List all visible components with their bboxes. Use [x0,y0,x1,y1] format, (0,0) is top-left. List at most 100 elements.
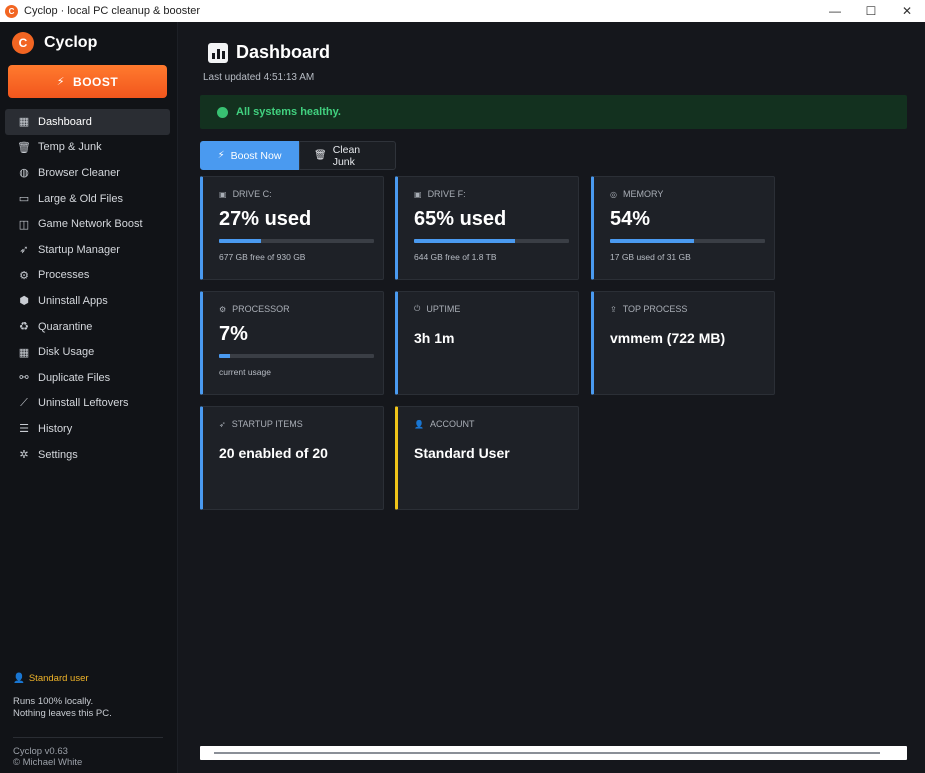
user-icon: 👤 [13,673,25,684]
progress-fill [219,239,261,243]
gamepad-icon: ◫ [18,218,30,231]
trash-icon: 🗑 [314,150,327,161]
recycle-icon: ♻ [19,321,29,334]
page-title: Dashboard [236,42,331,62]
memory-card: ◎ MEMORY 54% 17 GB used of 31 GB [591,176,775,280]
sidebar-item-label: Uninstall Apps [38,294,108,307]
sidebar-nav: ▦ Dashboard 🗑 Temp & Junk ◍ Browser Cleaner… [5,109,170,467]
globe-icon: ◍ [19,167,29,180]
health-banner: All systems healthy. [200,95,907,129]
privacy-note: Runs 100% locally. Nothing leaves this P… [13,696,163,720]
drive-f-detail: 644 GB free of 1.8 TB [414,252,497,262]
drive-icon: ▣ [414,189,422,199]
brand: C Cyclop [12,32,97,54]
card-label: ⏻ UPTIME [414,304,460,314]
sidebar-item-large-old-files[interactable]: ▭ Large & Old Files [5,186,170,212]
processor-detail: current usage [219,367,271,377]
sidebar-item-browser-cleaner[interactable]: ◍ Browser Cleaner [5,160,170,186]
cpu-icon: ⚙ [219,304,227,314]
page-header: Dashboard [208,42,330,63]
clean-junk-label: Clean Junk [332,143,361,168]
broom-icon: ⟋ [20,396,28,409]
folder-icon: ▭ [18,193,30,206]
sidebar-item-label: Duplicate Files [38,371,111,384]
sidebar-item-startup-manager[interactable]: ➶ Startup Manager [5,237,170,263]
boost-button[interactable]: ⚡ BOOST [8,65,167,98]
sidebar-item-label: Startup Manager [38,243,120,256]
sidebar-item-duplicate-files[interactable]: ⚯ Duplicate Files [5,365,170,391]
sidebar-item-temp-junk[interactable]: 🗑 Temp & Junk [5,135,170,161]
tools-icon: ✲ [19,449,29,462]
top-process-card: ⇪ TOP PROCESS vmmem (722 MB) [591,291,775,395]
card-label-text: DRIVE F: [427,189,466,199]
processor-progress [219,354,374,358]
memory-icon: ◎ [610,189,617,199]
sidebar: C Cyclop ⚡ BOOST ▦ Dashboard 🗑 Temp & Junk… [0,22,178,773]
drive-icon: ▣ [219,189,227,199]
memory-progress [610,239,765,243]
horizontal-scrollbar[interactable] [200,746,907,760]
sidebar-footer: 👤 Standard user Runs 100% locally. Nothi… [13,673,163,768]
account-value: Standard User [414,445,510,461]
sidebar-item-processes[interactable]: ⚙ Processes [5,263,170,289]
sidebar-item-uninstall-leftovers[interactable]: ⟋ Uninstall Leftovers [5,391,170,417]
privacy-note-line: Runs 100% locally. [13,696,94,707]
logo-icon: C [12,32,34,54]
sidebar-item-label: Browser Cleaner [38,166,120,179]
account-card: 👤 ACCOUNT Standard User [395,406,579,510]
sidebar-item-label: Large & Old Files [38,192,123,205]
sidebar-item-label: Game Network Boost [38,218,143,231]
sidebar-item-settings[interactable]: ✲ Settings [5,442,170,468]
sidebar-item-label: Temp & Junk [38,141,102,154]
card-label: ⇪ TOP PROCESS [610,304,687,314]
user-icon: 👤 [414,419,424,429]
maximize-button[interactable]: ☐ [853,0,889,22]
sidebar-item-label: Settings [38,448,78,461]
card-label-text: STARTUP ITEMS [231,419,303,429]
sidebar-item-quarantine[interactable]: ♻ Quarantine [5,314,170,340]
lightning-icon: ⚡ [217,150,225,161]
drive-f-card: ▣ DRIVE F: 65% used 644 GB free of 1.8 TB [395,176,579,280]
author-label: © Michael White [13,757,83,768]
drive-c-progress [219,239,374,243]
rocket-icon: ➶ [219,419,226,429]
status-dot-icon [217,106,228,118]
sidebar-item-history[interactable]: ☰ History [5,416,170,442]
user-label: Standard user [28,673,89,684]
card-label: ➶ STARTUP ITEMS [219,419,303,429]
boost-now-button[interactable]: ⚡ Boost Now [200,141,299,170]
card-label-text: PROCESSOR [232,304,290,314]
rocket-icon: ➶ [19,244,29,257]
clean-junk-button[interactable]: 🗑 Clean Junk [299,141,396,170]
memory-value: 54% [610,208,651,230]
card-label-text: ACCOUNT [429,419,475,429]
sidebar-item-dashboard[interactable]: ▦ Dashboard [5,109,170,135]
scrollbar-thumb[interactable] [214,752,880,754]
card-label: ◎ MEMORY [610,189,663,199]
boost-label: BOOST [73,74,119,89]
link-icon: ⚯ [19,372,29,385]
progress-fill [414,239,515,243]
chart-icon: ▦ [18,116,30,129]
app-icon: C [5,4,18,18]
health-status: All systems healthy. [236,106,341,118]
sidebar-item-disk-usage[interactable]: ▦ Disk Usage [5,339,170,365]
trash-icon: 🗑 [17,141,31,154]
progress-fill [219,354,230,358]
progress-fill [610,239,694,243]
sidebar-item-game-network-boost[interactable]: ◫ Game Network Boost [5,211,170,237]
processor-card: ⚙ PROCESSOR 7% current usage [200,291,384,395]
minimize-button[interactable]: — [817,0,853,22]
sidebar-item-uninstall-apps[interactable]: ⬢ Uninstall Apps [5,288,170,314]
card-label-text: DRIVE C: [232,189,272,199]
last-updated: Last updated 4:51:13 AM [203,72,315,83]
user-status: 👤 Standard user [13,673,163,684]
upload-icon: ⇪ [610,304,617,314]
privacy-note-line: Nothing leaves this PC. [13,708,112,719]
drive-c-detail: 677 GB free of 930 GB [219,252,306,262]
title-bar: C Cyclop · local PC cleanup & booster — … [0,0,925,22]
close-button[interactable]: ✕ [889,0,925,22]
version-info: Cyclop v0.63 © Michael White [13,746,163,768]
drive-c-value: 27% used [219,208,312,230]
card-label-text: TOP PROCESS [622,304,688,314]
